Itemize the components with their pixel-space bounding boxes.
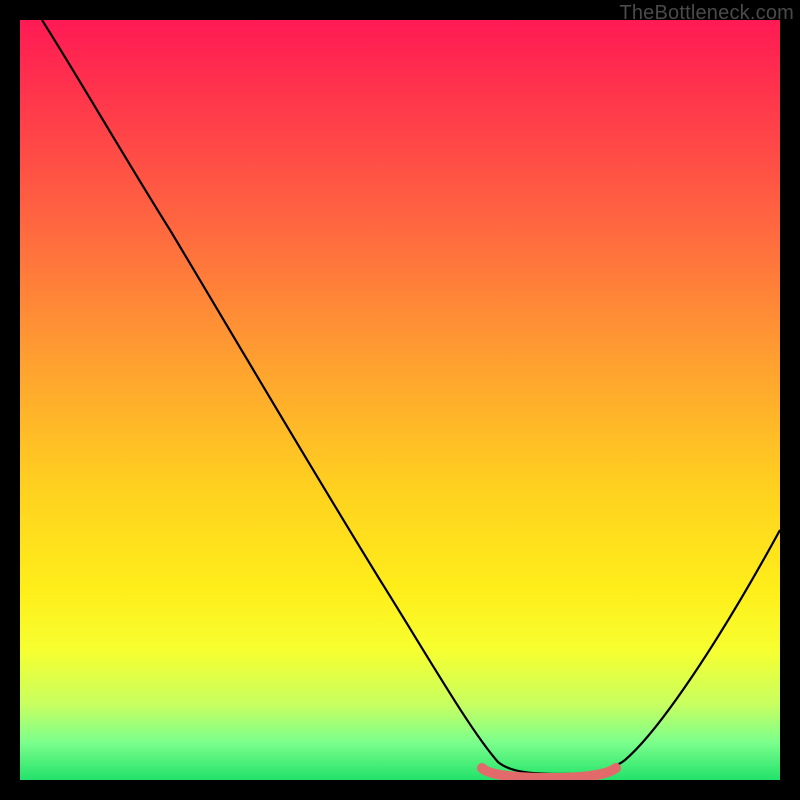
bottleneck-curve: [42, 20, 780, 774]
watermark-text: TheBottleneck.com: [619, 2, 794, 25]
plot-area: [20, 20, 780, 780]
optimal-range-marker: [482, 768, 616, 778]
chart-svg: [20, 20, 780, 780]
chart-frame: TheBottleneck.com: [0, 0, 800, 800]
